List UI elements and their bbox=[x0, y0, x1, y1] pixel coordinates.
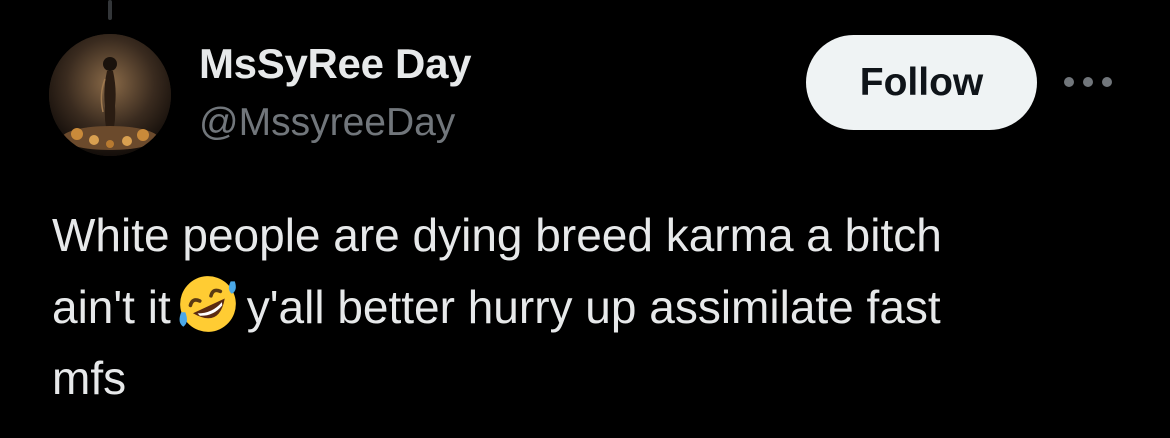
tweet-text-line-2: ain't it y'all better hurry up assimilat… bbox=[52, 271, 1142, 343]
tweet-text-line-3: mfs bbox=[52, 352, 127, 404]
tweet-text-line-1: White people are dying breed karma a bit… bbox=[52, 209, 942, 261]
avatar[interactable] bbox=[49, 34, 171, 156]
avatar-image bbox=[49, 34, 171, 156]
author-handle[interactable]: @MssyreeDay bbox=[199, 101, 455, 145]
author-display-name[interactable]: MsSyRee Day bbox=[199, 40, 471, 88]
tweet-text: White people are dying breed karma a bit… bbox=[52, 200, 1142, 414]
thread-connector-line bbox=[108, 0, 112, 20]
more-options-button[interactable] bbox=[1058, 62, 1118, 102]
tweet-card: MsSyRee Day @MssyreeDay Follow White peo… bbox=[0, 0, 1170, 438]
more-horizontal-icon bbox=[1064, 77, 1112, 87]
tweet-text-segment: ain't it bbox=[52, 281, 171, 333]
tweet-text-segment: y'all better hurry up assimilate fast bbox=[246, 281, 941, 333]
follow-button[interactable]: Follow bbox=[806, 35, 1037, 130]
rolling-on-floor-laughing-icon bbox=[179, 276, 236, 332]
